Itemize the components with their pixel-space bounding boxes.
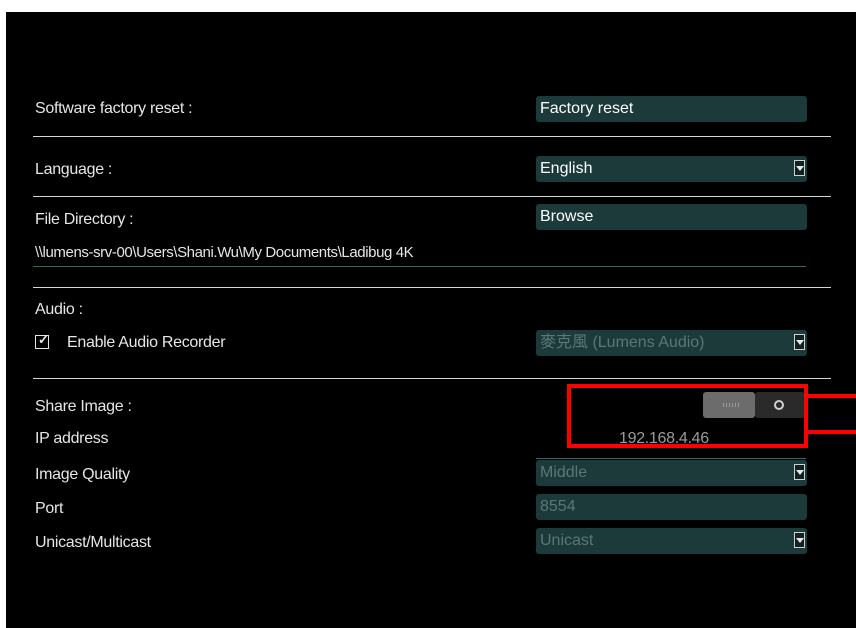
image-quality-value: Middle bbox=[540, 464, 588, 481]
ip-underline bbox=[536, 458, 806, 459]
chevron-down-icon[interactable] bbox=[794, 532, 805, 548]
enable-audio-checkbox[interactable]: ✓ bbox=[35, 332, 49, 349]
check-icon: ✓ bbox=[38, 332, 49, 347]
ip-address-label: IP address bbox=[35, 430, 109, 447]
port-input[interactable]: 8554 bbox=[536, 494, 807, 520]
audio-label: Audio : bbox=[35, 301, 83, 318]
highlight-box bbox=[567, 384, 808, 448]
factory-reset-label: Software factory reset : bbox=[35, 100, 193, 117]
chevron-down-icon[interactable] bbox=[794, 160, 805, 176]
factory-reset-button[interactable]: Factory reset bbox=[536, 96, 807, 122]
divider bbox=[33, 136, 831, 137]
language-value: English bbox=[540, 160, 593, 177]
enable-audio-label[interactable]: Enable Audio Recorder bbox=[67, 334, 226, 352]
unicast-multicast-value: Unicast bbox=[540, 532, 594, 549]
path-underline bbox=[33, 266, 806, 267]
browse-button[interactable]: Browse bbox=[536, 204, 807, 230]
unicast-multicast-label: Unicast/Multicast bbox=[35, 534, 151, 551]
share-image-label: Share Image : bbox=[35, 398, 132, 415]
divider bbox=[33, 378, 831, 379]
port-label: Port bbox=[35, 500, 64, 517]
annotation-line bbox=[808, 430, 856, 434]
language-select[interactable]: English bbox=[536, 156, 807, 182]
audio-device-value: 麥克風 (Lumens Audio) bbox=[540, 334, 705, 351]
image-quality-label: Image Quality bbox=[35, 466, 130, 483]
divider bbox=[33, 196, 831, 197]
file-directory-label: File Directory : bbox=[35, 211, 134, 228]
file-directory-path[interactable]: \\lumens-srv-00\Users\Shani.Wu\My Docume… bbox=[35, 244, 414, 261]
chevron-down-icon[interactable] bbox=[794, 334, 805, 350]
chevron-down-icon[interactable] bbox=[794, 464, 805, 480]
annotation-line bbox=[808, 394, 856, 398]
image-quality-select[interactable]: Middle bbox=[536, 460, 807, 486]
audio-device-select[interactable]: 麥克風 (Lumens Audio) bbox=[536, 330, 807, 356]
unicast-multicast-select[interactable]: Unicast bbox=[536, 528, 807, 554]
language-label: Language : bbox=[35, 161, 113, 178]
divider bbox=[33, 287, 831, 288]
